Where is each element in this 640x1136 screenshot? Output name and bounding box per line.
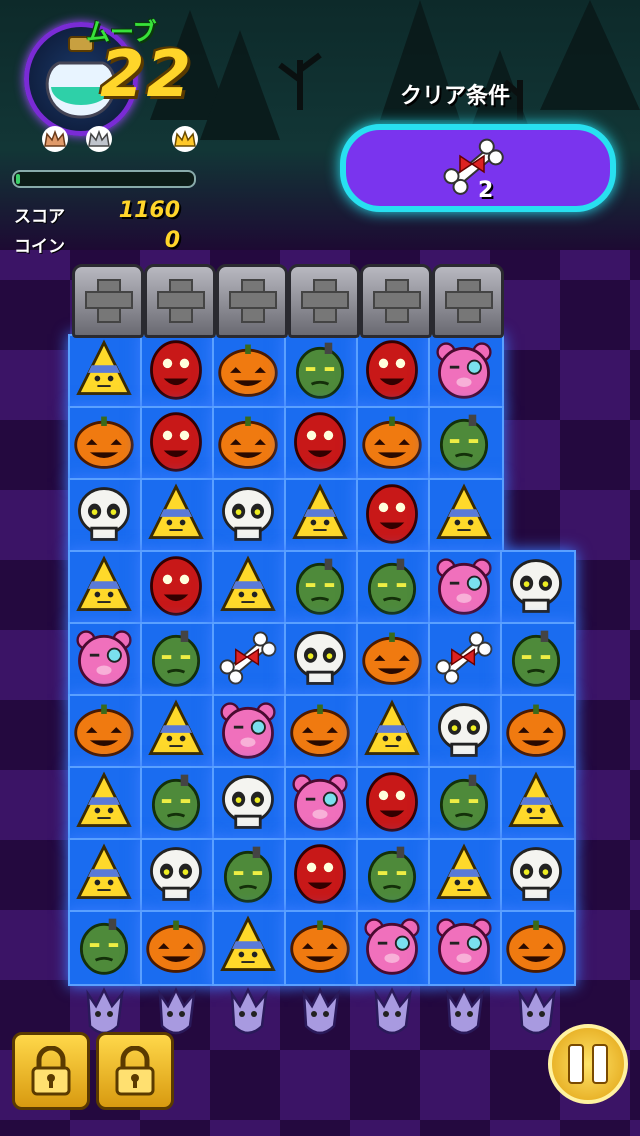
candy-piece[interactable]: [501, 767, 571, 837]
bear-piece[interactable]: [357, 911, 427, 981]
bone-piece[interactable]: [213, 623, 283, 693]
tombstone-block: [432, 264, 504, 338]
ghost-icon: [362, 986, 422, 1042]
candy-piece[interactable]: [357, 695, 427, 765]
zombie-piece[interactable]: [357, 551, 427, 621]
clear-condition-count: 2: [478, 178, 494, 203]
bear-piece[interactable]: [429, 335, 499, 405]
pumpkin-piece[interactable]: [69, 407, 139, 477]
candy-piece[interactable]: [285, 479, 355, 549]
pumpkin-piece[interactable]: [357, 623, 427, 693]
redball-piece[interactable]: [357, 767, 427, 837]
candy-piece[interactable]: [213, 551, 283, 621]
tombstone-block: [216, 264, 288, 338]
tombstone-block: [72, 264, 144, 338]
lock-icon: [115, 1046, 155, 1096]
candy-piece[interactable]: [429, 839, 499, 909]
candy-piece[interactable]: [69, 551, 139, 621]
zombie-piece[interactable]: [429, 767, 499, 837]
skull-piece[interactable]: [213, 479, 283, 549]
moves-counter: 22: [100, 38, 194, 112]
coin-label: コイン: [14, 237, 65, 257]
pumpkin-piece[interactable]: [357, 407, 427, 477]
lock-button-1[interactable]: [12, 1032, 90, 1110]
lock-icon: [31, 1046, 71, 1096]
zombie-piece[interactable]: [141, 767, 211, 837]
pause-button[interactable]: [548, 1024, 628, 1104]
zombie-piece[interactable]: [285, 551, 355, 621]
bone-ribbon-icon: [443, 138, 504, 195]
zombie-piece[interactable]: [69, 911, 139, 981]
bear-piece[interactable]: [213, 695, 283, 765]
score-label: スコア: [14, 207, 65, 227]
ghost-icon: [290, 986, 350, 1042]
zombie-piece[interactable]: [357, 839, 427, 909]
pause-icon: [568, 1044, 584, 1084]
bear-piece[interactable]: [429, 551, 499, 621]
skull-piece[interactable]: [501, 551, 571, 621]
tombstone-block: [288, 264, 360, 338]
candy-piece[interactable]: [429, 479, 499, 549]
star-crowns: [40, 126, 210, 158]
redball-piece[interactable]: [141, 335, 211, 405]
pumpkin-piece[interactable]: [285, 911, 355, 981]
skull-piece[interactable]: [285, 623, 355, 693]
bear-piece[interactable]: [285, 767, 355, 837]
bear-piece[interactable]: [69, 623, 139, 693]
skull-piece[interactable]: [429, 695, 499, 765]
zombie-piece[interactable]: [429, 407, 499, 477]
candy-piece[interactable]: [213, 911, 283, 981]
coin-value: 0: [164, 228, 180, 253]
candy-piece[interactable]: [69, 839, 139, 909]
ghost-icon: [218, 986, 278, 1042]
bear-piece[interactable]: [429, 911, 499, 981]
moves-panel: ムーブ 22: [20, 14, 200, 136]
clear-condition-label: クリア条件: [400, 84, 511, 109]
pumpkin-piece[interactable]: [501, 911, 571, 981]
gold-crown-icon: [172, 126, 198, 152]
candy-piece[interactable]: [141, 695, 211, 765]
silver-crown-icon: [86, 126, 112, 152]
tombstone-block: [144, 264, 216, 338]
pumpkin-piece[interactable]: [141, 911, 211, 981]
skull-piece[interactable]: [69, 479, 139, 549]
score-progress-fill: [16, 174, 20, 184]
score-value: 1160: [118, 198, 180, 223]
skull-piece[interactable]: [501, 839, 571, 909]
pumpkin-piece[interactable]: [285, 695, 355, 765]
zombie-piece[interactable]: [213, 839, 283, 909]
skull-piece[interactable]: [213, 767, 283, 837]
zombie-piece[interactable]: [501, 623, 571, 693]
zombie-piece[interactable]: [141, 623, 211, 693]
redball-piece[interactable]: [357, 479, 427, 549]
redball-piece[interactable]: [357, 335, 427, 405]
bone-piece[interactable]: [429, 623, 499, 693]
pumpkin-piece[interactable]: [213, 407, 283, 477]
redball-piece[interactable]: [141, 407, 211, 477]
candy-piece[interactable]: [141, 479, 211, 549]
redball-piece[interactable]: [141, 551, 211, 621]
candy-piece[interactable]: [69, 335, 139, 405]
score-progress-bar: [12, 170, 196, 188]
lock-button-2[interactable]: [96, 1032, 174, 1110]
ghost-icon: [434, 986, 494, 1042]
candy-piece[interactable]: [69, 767, 139, 837]
pumpkin-piece[interactable]: [213, 335, 283, 405]
zombie-piece[interactable]: [285, 335, 355, 405]
redball-piece[interactable]: [285, 839, 355, 909]
redball-piece[interactable]: [285, 407, 355, 477]
tombstone-block: [360, 264, 432, 338]
pause-icon: [592, 1044, 608, 1084]
skull-piece[interactable]: [141, 839, 211, 909]
ghost-icon: [506, 986, 566, 1042]
pumpkin-piece[interactable]: [501, 695, 571, 765]
bronze-crown-icon: [42, 126, 68, 152]
pumpkin-piece[interactable]: [69, 695, 139, 765]
